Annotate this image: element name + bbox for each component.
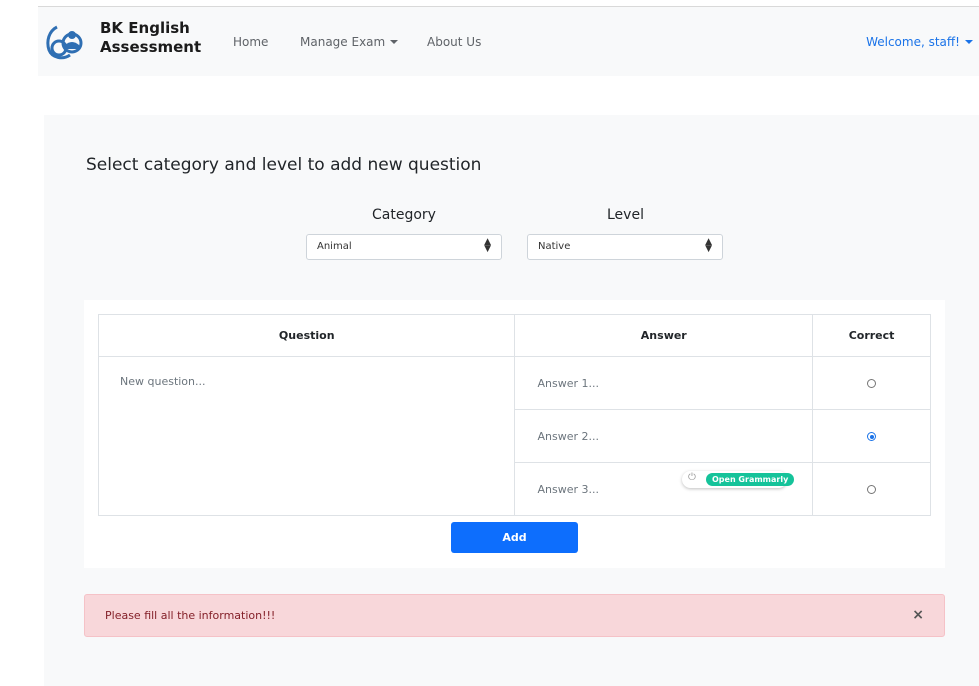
- brand-line-1: BK English: [100, 19, 190, 37]
- open-grammarly-button[interactable]: Open Grammarly: [706, 473, 795, 486]
- level-select[interactable]: Native ▲ ▼: [527, 234, 723, 260]
- answer-header: Answer: [514, 314, 814, 357]
- answer-1-input[interactable]: Answer 1...: [514, 356, 814, 410]
- grammarly-widget[interactable]: ⏻ Open Grammarly: [682, 471, 795, 488]
- correct-cell: [812, 356, 931, 410]
- correct-radio-2[interactable]: [867, 432, 877, 441]
- navbar: BK English Assessment Home Manage Exam A…: [38, 6, 979, 76]
- nav-manage-exam[interactable]: Manage Exam: [300, 35, 399, 49]
- nav-home[interactable]: Home: [233, 35, 268, 49]
- caret-down-icon: [390, 40, 399, 44]
- brand-line-2: Assessment: [100, 38, 202, 56]
- category-label: Category: [372, 207, 436, 223]
- power-icon[interactable]: ⏻: [688, 472, 696, 483]
- table-header-row: Question Answer Correct: [97, 314, 931, 357]
- logo-icon[interactable]: [43, 21, 85, 63]
- page-title: Select category and level to add new que…: [86, 155, 482, 175]
- category-select[interactable]: Animal ▲ ▼: [306, 234, 502, 260]
- answer-2-input[interactable]: Answer 2...: [514, 409, 814, 463]
- select-arrows-icon: ▲ ▼: [484, 237, 491, 254]
- question-header: Question: [97, 314, 516, 357]
- error-alert: Please fill all the information!!! ×: [84, 594, 945, 637]
- level-selected-value: Native: [538, 241, 571, 252]
- category-selected-value: Animal: [317, 241, 352, 252]
- correct-radio-1[interactable]: [867, 379, 877, 388]
- correct-radio-3[interactable]: [867, 485, 877, 494]
- add-button[interactable]: Add: [451, 522, 578, 553]
- question-input[interactable]: New question...: [97, 356, 516, 516]
- level-label: Level: [607, 207, 644, 223]
- nav-manage-exam-label: Manage Exam: [300, 35, 386, 49]
- select-arrows-icon: ▲ ▼: [705, 237, 712, 254]
- caret-down-icon: [965, 40, 973, 44]
- correct-cell: [812, 409, 931, 463]
- question-table: Question Answer Correct New question... …: [97, 314, 931, 516]
- correct-header: Correct: [812, 314, 931, 357]
- welcome-label: Welcome, staff!: [866, 35, 960, 49]
- nav-about-us[interactable]: About Us: [427, 35, 481, 49]
- alert-message: Please fill all the information!!!: [105, 609, 276, 622]
- correct-cell: [812, 462, 931, 516]
- table-row: New question... Answer 1...: [97, 356, 931, 516]
- brand-name[interactable]: BK English Assessment: [100, 19, 201, 57]
- user-menu[interactable]: Welcome, staff!: [866, 35, 973, 49]
- close-icon[interactable]: ×: [912, 607, 924, 623]
